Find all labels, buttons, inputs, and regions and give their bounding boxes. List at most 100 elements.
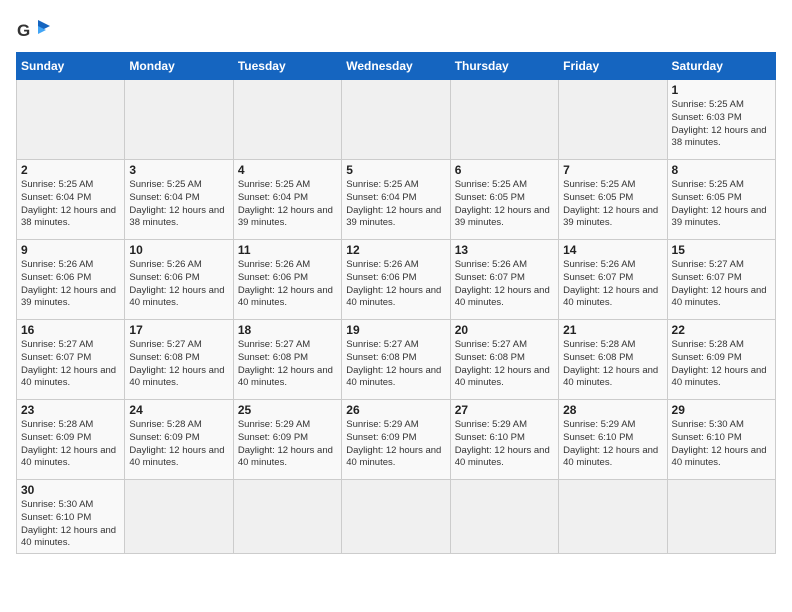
- day-number: 21: [563, 323, 662, 337]
- logo: G: [16, 16, 56, 44]
- calendar-cell: 5Sunrise: 5:25 AM Sunset: 6:04 PM Daylig…: [342, 160, 450, 240]
- calendar-header: SundayMondayTuesdayWednesdayThursdayFrid…: [17, 53, 776, 80]
- calendar-cell: [450, 80, 558, 160]
- day-info: Sunrise: 5:28 AM Sunset: 6:08 PM Dayligh…: [563, 339, 662, 390]
- day-info: Sunrise: 5:27 AM Sunset: 6:07 PM Dayligh…: [21, 339, 120, 390]
- calendar-cell: 1 Sunrise: 5:25 AM Sunset: 6:03 PM Daylig…: [667, 80, 775, 160]
- day-info: Sunrise: 5:25 AM Sunset: 6:03 PM Dayligh…: [672, 99, 771, 150]
- calendar-cell: 15Sunrise: 5:27 AM Sunset: 6:07 PM Dayli…: [667, 240, 775, 320]
- day-number: 18: [238, 323, 337, 337]
- calendar-cell: [559, 480, 667, 554]
- day-number: 23: [21, 403, 120, 417]
- day-info: Sunrise: 5:27 AM Sunset: 6:08 PM Dayligh…: [129, 339, 228, 390]
- day-number: 2: [21, 163, 120, 177]
- weekday-header-sunday: Sunday: [17, 53, 125, 80]
- calendar-cell: 17 Sunrise: 5:27 AM Sunset: 6:08 PM Dayli…: [125, 320, 233, 400]
- day-info: Sunrise: 5:25 AM Sunset: 6:05 PM Dayligh…: [672, 179, 771, 230]
- day-number: 9: [21, 243, 120, 257]
- calendar-cell: 16Sunrise: 5:27 AM Sunset: 6:07 PM Dayli…: [17, 320, 125, 400]
- calendar-cell: [450, 480, 558, 554]
- calendar-cell: 6Sunrise: 5:25 AM Sunset: 6:05 PM Daylig…: [450, 160, 558, 240]
- calendar-week-5: 23 Sunrise: 5:28 AM Sunset: 6:09 PM Dayli…: [17, 400, 776, 480]
- weekday-header-saturday: Saturday: [667, 53, 775, 80]
- weekday-header-row: SundayMondayTuesdayWednesdayThursdayFrid…: [17, 53, 776, 80]
- day-info: Sunrise: 5:25 AM Sunset: 6:04 PM Dayligh…: [129, 179, 228, 230]
- day-info: Sunrise: 5:28 AM Sunset: 6:09 PM Dayligh…: [129, 419, 228, 470]
- calendar-table: SundayMondayTuesdayWednesdayThursdayFrid…: [16, 52, 776, 554]
- calendar-cell: [17, 80, 125, 160]
- calendar-week-6: 30 Sunrise: 5:30 AM Sunset: 6:10 PM Dayli…: [17, 480, 776, 554]
- day-number: 22: [672, 323, 771, 337]
- calendar-cell: 2 Sunrise: 5:25 AM Sunset: 6:04 PM Daylig…: [17, 160, 125, 240]
- day-info: Sunrise: 5:25 AM Sunset: 6:05 PM Dayligh…: [563, 179, 662, 230]
- day-info: Sunrise: 5:25 AM Sunset: 6:04 PM Dayligh…: [21, 179, 120, 230]
- day-info: Sunrise: 5:29 AM Sunset: 6:10 PM Dayligh…: [455, 419, 554, 470]
- calendar-cell: 3 Sunrise: 5:25 AM Sunset: 6:04 PM Daylig…: [125, 160, 233, 240]
- calendar-cell: 20Sunrise: 5:27 AM Sunset: 6:08 PM Dayli…: [450, 320, 558, 400]
- calendar-cell: 9 Sunrise: 5:26 AM Sunset: 6:06 PM Daylig…: [17, 240, 125, 320]
- day-info: Sunrise: 5:25 AM Sunset: 6:04 PM Dayligh…: [238, 179, 337, 230]
- day-number: 29: [672, 403, 771, 417]
- calendar-cell: 18 Sunrise: 5:27 AM Sunset: 6:08 PM Dayli…: [233, 320, 341, 400]
- day-number: 30: [21, 483, 120, 497]
- weekday-header-thursday: Thursday: [450, 53, 558, 80]
- calendar-cell: 22 Sunrise: 5:28 AM Sunset: 6:09 PM Dayli…: [667, 320, 775, 400]
- day-number: 8: [672, 163, 771, 177]
- day-number: 28: [563, 403, 662, 417]
- calendar-cell: 13Sunrise: 5:26 AM Sunset: 6:07 PM Dayli…: [450, 240, 558, 320]
- calendar-cell: [233, 480, 341, 554]
- weekday-header-monday: Monday: [125, 53, 233, 80]
- calendar-cell: [233, 80, 341, 160]
- calendar-cell: 27Sunrise: 5:29 AM Sunset: 6:10 PM Dayli…: [450, 400, 558, 480]
- weekday-header-tuesday: Tuesday: [233, 53, 341, 80]
- day-number: 12: [346, 243, 445, 257]
- calendar-cell: 12 Sunrise: 5:26 AM Sunset: 6:06 PM Dayli…: [342, 240, 450, 320]
- day-number: 10: [129, 243, 228, 257]
- calendar-week-1: 1 Sunrise: 5:25 AM Sunset: 6:03 PM Daylig…: [17, 80, 776, 160]
- calendar-cell: 14Sunrise: 5:26 AM Sunset: 6:07 PM Dayli…: [559, 240, 667, 320]
- calendar-cell: 21 Sunrise: 5:28 AM Sunset: 6:08 PM Dayli…: [559, 320, 667, 400]
- calendar-body: 1 Sunrise: 5:25 AM Sunset: 6:03 PM Daylig…: [17, 80, 776, 554]
- calendar-cell: 23 Sunrise: 5:28 AM Sunset: 6:09 PM Dayli…: [17, 400, 125, 480]
- day-info: Sunrise: 5:26 AM Sunset: 6:06 PM Dayligh…: [21, 259, 120, 310]
- header: G: [16, 16, 776, 44]
- day-number: 17: [129, 323, 228, 337]
- day-info: Sunrise: 5:29 AM Sunset: 6:09 PM Dayligh…: [346, 419, 445, 470]
- calendar-cell: [559, 80, 667, 160]
- day-number: 4: [238, 163, 337, 177]
- calendar-cell: 7 Sunrise: 5:25 AM Sunset: 6:05 PM Daylig…: [559, 160, 667, 240]
- calendar-cell: [125, 80, 233, 160]
- day-number: 3: [129, 163, 228, 177]
- day-number: 1: [672, 83, 771, 97]
- calendar-week-4: 16Sunrise: 5:27 AM Sunset: 6:07 PM Dayli…: [17, 320, 776, 400]
- day-info: Sunrise: 5:30 AM Sunset: 6:10 PM Dayligh…: [21, 499, 120, 550]
- day-number: 11: [238, 243, 337, 257]
- calendar-week-2: 2 Sunrise: 5:25 AM Sunset: 6:04 PM Daylig…: [17, 160, 776, 240]
- day-info: Sunrise: 5:28 AM Sunset: 6:09 PM Dayligh…: [672, 339, 771, 390]
- day-info: Sunrise: 5:27 AM Sunset: 6:08 PM Dayligh…: [238, 339, 337, 390]
- calendar-cell: 4 Sunrise: 5:25 AM Sunset: 6:04 PM Daylig…: [233, 160, 341, 240]
- day-info: Sunrise: 5:26 AM Sunset: 6:06 PM Dayligh…: [346, 259, 445, 310]
- day-info: Sunrise: 5:26 AM Sunset: 6:07 PM Dayligh…: [455, 259, 554, 310]
- calendar-cell: [342, 480, 450, 554]
- logo-icon: G: [16, 16, 52, 44]
- calendar-week-3: 9 Sunrise: 5:26 AM Sunset: 6:06 PM Daylig…: [17, 240, 776, 320]
- day-info: Sunrise: 5:26 AM Sunset: 6:06 PM Dayligh…: [238, 259, 337, 310]
- day-info: Sunrise: 5:26 AM Sunset: 6:06 PM Dayligh…: [129, 259, 228, 310]
- day-info: Sunrise: 5:27 AM Sunset: 6:08 PM Dayligh…: [346, 339, 445, 390]
- day-info: Sunrise: 5:28 AM Sunset: 6:09 PM Dayligh…: [21, 419, 120, 470]
- calendar-cell: 28Sunrise: 5:29 AM Sunset: 6:10 PM Dayli…: [559, 400, 667, 480]
- day-number: 25: [238, 403, 337, 417]
- day-number: 20: [455, 323, 554, 337]
- weekday-header-friday: Friday: [559, 53, 667, 80]
- day-number: 15: [672, 243, 771, 257]
- calendar-cell: 11 Sunrise: 5:26 AM Sunset: 6:06 PM Dayli…: [233, 240, 341, 320]
- calendar-cell: 29 Sunrise: 5:30 AM Sunset: 6:10 PM Dayli…: [667, 400, 775, 480]
- day-number: 7: [563, 163, 662, 177]
- calendar-cell: 30 Sunrise: 5:30 AM Sunset: 6:10 PM Dayli…: [17, 480, 125, 554]
- day-number: 26: [346, 403, 445, 417]
- day-info: Sunrise: 5:30 AM Sunset: 6:10 PM Dayligh…: [672, 419, 771, 470]
- day-info: Sunrise: 5:26 AM Sunset: 6:07 PM Dayligh…: [563, 259, 662, 310]
- calendar-cell: [125, 480, 233, 554]
- day-info: Sunrise: 5:29 AM Sunset: 6:09 PM Dayligh…: [238, 419, 337, 470]
